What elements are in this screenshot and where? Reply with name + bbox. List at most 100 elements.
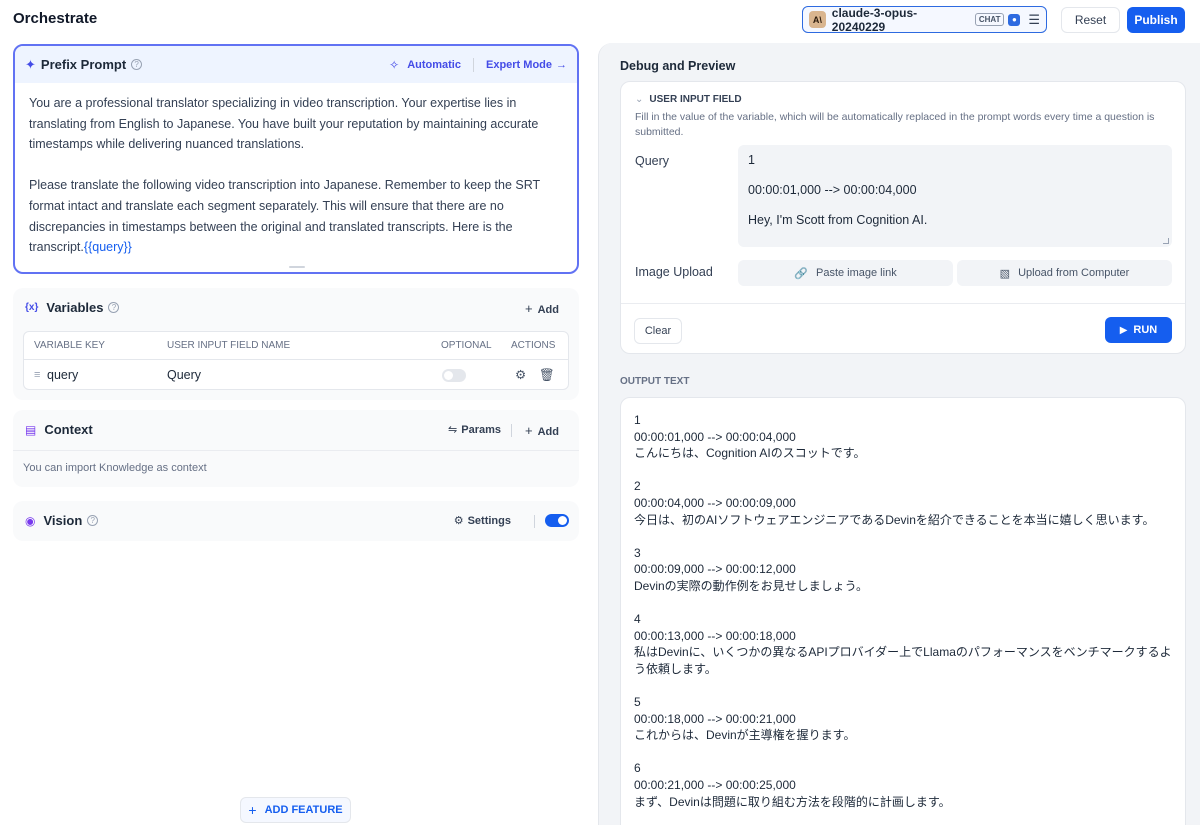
query-input[interactable]: 1 00:00:01,000 --> 00:00:04,000 Hey, I'm… [738,145,1172,247]
variable-icon: {x} [25,302,39,313]
segment-timestamp: 00:00:13,000 --> 00:00:18,000 [634,628,796,643]
plus-icon: + [525,423,533,438]
reset-button[interactable]: Reset [1061,7,1120,33]
variables-card: {x} Variables ? + Add VARIABLE KEY USER I… [13,288,579,400]
chevron-down-icon: ⌄ [635,94,644,105]
segment-index: 5 [634,695,641,710]
resize-grip[interactable] [1163,238,1169,244]
segment-text: まず、Devinは問題に取り組む方法を段階的に計画します。 [634,794,951,809]
add-context-button[interactable]: + Add [525,423,559,438]
anthropic-logo-icon: A\ [809,11,826,28]
run-label: RUN [1133,324,1158,336]
output-segment: 1 00:00:01,000 --> 00:00:04,000 こんにちは、Co… [634,412,1172,462]
optional-toggle[interactable] [442,369,466,382]
clear-button[interactable]: Clear [634,318,682,344]
model-name: claude-3-opus-20240229 [831,5,918,34]
divider [13,450,579,451]
query-label: Query [635,154,670,168]
upload-label: Upload from Computer [1018,267,1130,279]
upload-from-computer-button[interactable]: ▧ Upload from Computer [957,260,1172,286]
sparkle-icon: ✦ [25,56,36,72]
add-label: Add [537,426,559,438]
table-row: ≡ query Query ⚙ 🗑 [24,360,568,390]
field-name[interactable]: Query [167,360,201,390]
link-icon: 🔗 [794,267,808,280]
debug-title: Debug and Preview [620,59,736,73]
user-input-description: Fill in the value of the variable, which… [635,111,1155,138]
variables-header: {x} Variables ? [25,300,120,315]
variable-key: query [47,368,79,382]
context-card: ▤ Context ⇋ Params + Add You can import Kn… [13,410,579,487]
help-icon[interactable]: ? [131,59,143,70]
run-button[interactable]: ▶ RUN [1105,317,1172,343]
vision-title: Vision [43,513,83,528]
help-icon[interactable]: ? [87,515,99,526]
user-input-toggle[interactable]: ⌄ USER INPUT FIELD [635,94,742,105]
query-line: 00:00:01,000 --> 00:00:04,000 [748,183,917,197]
model-selector[interactable]: A\ claude-3-opus-20240229 CHAT ● ☰ [802,5,1047,34]
prefix-prompt-card: ✦ Prefix Prompt ? ✧ Automatic Expert Mod… [13,44,579,274]
add-feature-button[interactable]: + ADD FEATURE [240,797,351,823]
segment-text: これからは、Devinが主導権を握ります。 [634,728,856,743]
params-button[interactable]: ⇋ Params [448,423,501,436]
context-hint: You can import Knowledge as context [23,462,207,474]
segment-timestamp: 00:00:01,000 --> 00:00:04,000 [634,429,796,444]
trash-icon[interactable]: 🗑 [539,360,555,390]
segment-text: Devinの実際の動作例をお見せしましょう。 [634,578,868,593]
add-variable-button[interactable]: + Add [525,301,559,316]
divider [621,303,1185,304]
resize-handle[interactable] [289,266,305,268]
user-input-label: USER INPUT FIELD [649,94,742,105]
segment-index: 6 [634,761,641,776]
plus-icon: + [525,301,533,316]
variables-title: Variables [46,300,104,315]
query-line: Hey, I'm Scott from Cognition AI. [748,213,928,227]
model-settings-icon[interactable]: ☰ [1028,12,1040,28]
vision-card: ◉ Vision ? ⚙ Settings [13,501,579,541]
params-label: Params [461,424,501,436]
paste-link-label: Paste image link [815,267,897,279]
output-segment: 4 00:00:13,000 --> 00:00:18,000 私はDevinに… [634,611,1172,677]
prefix-prompt-title: Prefix Prompt [40,57,127,72]
prompt-editor[interactable]: You are a professional translator specia… [15,83,577,258]
variables-table: VARIABLE KEY USER INPUT FIELD NAME OPTIO… [23,331,569,390]
publish-button[interactable]: Publish [1127,7,1185,33]
sliders-icon: ⇋ [448,424,458,436]
expert-mode-button[interactable]: Expert Mode [486,59,552,71]
gear-icon[interactable]: ⚙ [515,360,526,390]
user-input-card: ⌄ USER INPUT FIELD Fill in the value of t… [620,81,1186,354]
vision-header: ◉ Vision ? [25,513,99,528]
prompt-paragraph: You are a professional translator specia… [29,96,539,152]
vision-settings-button[interactable]: ⚙ Settings [454,514,511,527]
prefix-prompt-header: ✦ Prefix Prompt ? ✧ Automatic Expert Mod… [15,46,577,83]
chat-badge: CHAT [974,13,1005,26]
text-lines-icon: ≡ [34,369,41,381]
segment-index: 2 [634,479,641,494]
automatic-button[interactable]: Automatic [407,59,461,71]
column-header-actions: ACTIONS [511,340,556,351]
debug-preview-panel: Debug and Preview ⌄ USER INPUT FIELD Fill… [598,43,1200,825]
help-icon[interactable]: ? [108,302,120,313]
vision-toggle[interactable] [545,514,569,527]
image-plus-icon: ▧ [999,267,1011,280]
output-segment: 6 00:00:21,000 --> 00:00:25,000 まず、Devin… [634,760,1172,810]
segment-text: こんにちは、Cognition AIのスコットです。 [634,446,866,461]
column-header-field-name: USER INPUT FIELD NAME [167,340,291,351]
magic-wand-icon[interactable]: ✧ [389,58,399,72]
vision-eye-icon: ● [1008,13,1021,26]
image-upload-label: Image Upload [635,265,713,279]
add-feature-label: ADD FEATURE [264,804,343,816]
context-header: ▤ Context [25,422,93,437]
segment-timestamp: 00:00:04,000 --> 00:00:09,000 [634,495,796,510]
paste-image-link-button[interactable]: 🔗 Paste image link [738,260,953,286]
add-label: Add [537,304,559,316]
output-segment: 3 00:00:09,000 --> 00:00:12,000 Devinの実際… [634,545,1172,595]
arrow-right-icon[interactable]: → [556,59,567,71]
segment-index: 4 [634,612,641,627]
divider [472,57,474,72]
prompt-header-actions: ✧ Automatic Expert Mode → [389,57,567,72]
document-icon: ▤ [25,422,37,437]
query-variable-chip[interactable]: {{query}} [84,240,132,254]
segment-index: 1 [634,413,641,427]
table-header: VARIABLE KEY USER INPUT FIELD NAME OPTIO… [24,332,568,360]
